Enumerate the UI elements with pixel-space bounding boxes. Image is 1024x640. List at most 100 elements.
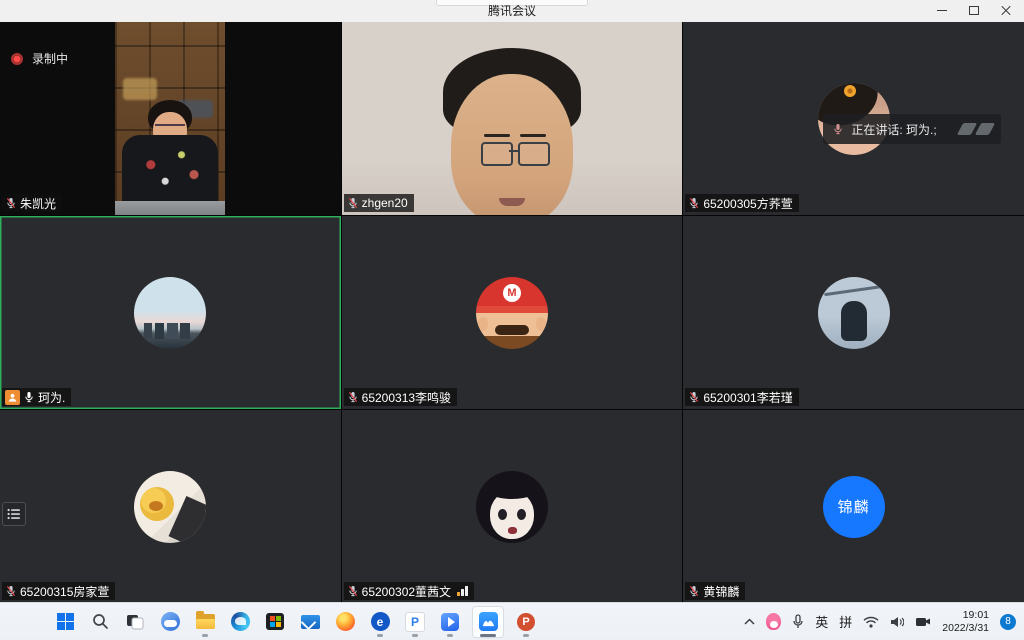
participant-name: 黄锦麟: [703, 583, 739, 600]
window-controls: [926, 0, 1022, 22]
tencent-meeting-button[interactable]: [472, 606, 504, 638]
person-glasses: [481, 142, 513, 166]
mic-muted-icon: [688, 391, 700, 403]
microsoft-store-button[interactable]: [262, 606, 288, 638]
firefox-button[interactable]: [332, 606, 358, 638]
name-label: 65200313李鸣骏: [344, 388, 457, 406]
powerpoint-button[interactable]: P: [513, 606, 539, 638]
tile-participant-3[interactable]: 正在讲话: 珂为.; 65200305方荞萱: [683, 22, 1024, 215]
avatar-eye: [517, 509, 526, 520]
mail-button[interactable]: [297, 606, 323, 638]
window-titlebar[interactable]: 腾讯会议: [0, 0, 1024, 23]
mic-muted-icon: [5, 585, 17, 597]
audio-wave-icon: [960, 123, 992, 135]
tile-participant-8[interactable]: 65200302董茜文: [342, 410, 683, 603]
person-mouth: [499, 198, 525, 206]
mic-muted-icon: [688, 585, 700, 597]
tencent-docs-button[interactable]: [437, 606, 463, 638]
task-view-icon: [126, 614, 144, 630]
mic-on-icon: [23, 391, 35, 403]
tile-participant-1[interactable]: 录制中 朱凯光: [0, 22, 341, 215]
start-button[interactable]: [52, 606, 78, 638]
name-label: zhgen20: [344, 194, 414, 212]
mic-muted-icon: [688, 197, 700, 209]
mic-muted-icon: [5, 197, 17, 209]
network-signal-icon: [457, 586, 468, 596]
tray-time: 19:01: [942, 609, 989, 622]
avatar: [134, 471, 206, 543]
person-eyebrow: [484, 134, 510, 137]
taskbar-clock[interactable]: 19:01 2022/3/31: [942, 609, 989, 634]
system-tray: 英 拼 19:01 2022/3/31 8: [744, 609, 1016, 634]
name-label: 65200301李若瑾: [685, 388, 798, 406]
maximize-icon: [969, 6, 979, 15]
bookshelf-detail: [123, 78, 157, 100]
speaking-toast: 正在讲话: 珂为.;: [823, 114, 1001, 144]
edge-browser-icon: [231, 612, 250, 631]
name-label: 珂为.: [2, 388, 71, 406]
running-indicator: [480, 634, 496, 637]
e-app-icon: e: [371, 612, 390, 631]
tile-participant-9[interactable]: 锦麟 黄锦麟: [683, 410, 1024, 603]
close-button[interactable]: [990, 0, 1022, 21]
ime-language-indicator[interactable]: 英: [815, 612, 828, 631]
tile-participant-4-active-speaker[interactable]: 珂为.: [0, 216, 341, 409]
wifi-icon[interactable]: [863, 616, 879, 628]
tile-participant-2[interactable]: zhgen20: [342, 22, 683, 215]
task-view-button[interactable]: [122, 606, 148, 638]
taskbar-apps: e P P: [52, 606, 539, 638]
minimize-button[interactable]: [926, 0, 958, 21]
file-explorer-button[interactable]: [192, 606, 218, 638]
volume-icon[interactable]: [890, 616, 904, 628]
close-icon: [1001, 6, 1011, 16]
name-label: 65200315房家萱: [2, 582, 115, 600]
running-indicator: [523, 634, 529, 637]
avatar-flower: [844, 85, 856, 97]
recording-indicator: 录制中: [11, 50, 68, 67]
name-label: 65200305方荞萱: [685, 194, 798, 212]
widgets-button[interactable]: [157, 606, 183, 638]
participant-name: 65200313李鸣骏: [362, 389, 451, 406]
layout-toggle-button[interactable]: [2, 502, 26, 526]
qq-tray-icon[interactable]: [766, 613, 781, 630]
window-title: 腾讯会议: [0, 0, 1024, 22]
person-eyebrow: [520, 134, 546, 137]
recording-label: 录制中: [32, 50, 68, 67]
avatar-mouth: [508, 527, 517, 534]
windows-start-icon: [57, 613, 74, 630]
tile-participant-6[interactable]: 65200301李若瑾: [683, 216, 1024, 409]
maximize-button[interactable]: [958, 0, 990, 21]
tencent-meeting-window: 腾讯会议 录制中 朱凯光: [0, 0, 1024, 640]
list-icon: [7, 508, 21, 520]
avatar-eye: [498, 509, 507, 520]
glasses-bridge: [509, 150, 519, 152]
avatar-city-skyline: [144, 323, 196, 339]
notification-count-badge[interactable]: 8: [1000, 614, 1016, 630]
ime-mode-indicator[interactable]: 拼: [839, 612, 852, 631]
p-app-button[interactable]: P: [402, 606, 428, 638]
e-app-button[interactable]: e: [367, 606, 393, 638]
avatar-hair: [484, 477, 540, 499]
search-button[interactable]: [87, 606, 113, 638]
p-app-icon: P: [405, 612, 425, 632]
microsoft-store-icon: [266, 613, 284, 630]
tray-overflow-chevron-icon[interactable]: [744, 618, 755, 625]
tile-participant-7[interactable]: 65200315房家萱: [0, 410, 341, 603]
search-icon: [92, 613, 109, 630]
mail-icon: [301, 615, 320, 629]
mic-muted-icon: [347, 197, 359, 209]
firefox-icon: [336, 612, 355, 631]
person-glasses: [155, 124, 185, 134]
participant-name: 65200305方荞萱: [703, 195, 792, 212]
avatar: [134, 277, 206, 349]
tile-participant-5[interactable]: M 65200313李鸣骏: [342, 216, 683, 409]
host-icon: [5, 390, 20, 405]
avatar: [476, 471, 548, 543]
name-label: 朱凯光: [2, 194, 62, 212]
avatar-ear: [536, 317, 546, 331]
edge-button[interactable]: [227, 606, 253, 638]
camera-tray-icon[interactable]: [915, 616, 931, 627]
microphone-tray-icon[interactable]: [792, 614, 804, 629]
running-indicator: [412, 634, 418, 637]
mic-muted-icon: [347, 391, 359, 403]
